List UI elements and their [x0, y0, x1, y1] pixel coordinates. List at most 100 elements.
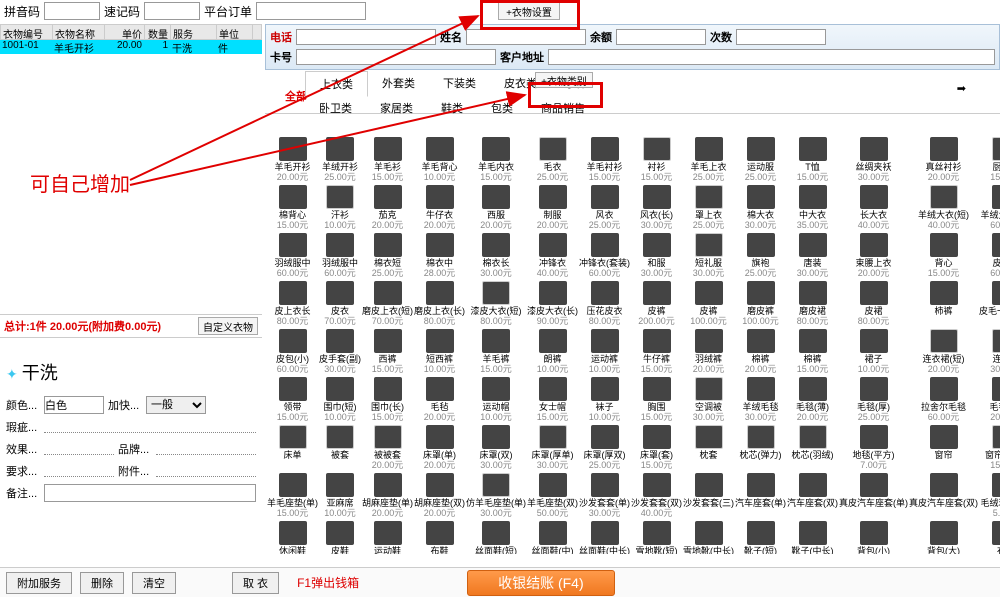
- clothing-item[interactable]: 茄克20.00元: [362, 184, 413, 231]
- clothing-item[interactable]: 真皮汽车座套(单): [839, 472, 908, 519]
- clothing-item[interactable]: 皮衣70.00元: [319, 280, 361, 327]
- clothing-item[interactable]: 皮上衣长80.00元: [267, 280, 318, 327]
- clothing-item[interactable]: 胡麻座垫(单)20.00元: [362, 472, 413, 519]
- clothing-item[interactable]: 羊毛上衣25.00元: [683, 136, 734, 183]
- clothing-item[interactable]: 背心15.00元: [909, 232, 978, 279]
- clothing-item[interactable]: 围巾(长)15.00元: [362, 376, 413, 423]
- clothing-item[interactable]: 和服30.00元: [631, 232, 682, 279]
- clothing-item[interactable]: 真丝衬衫20.00元: [909, 136, 978, 183]
- clothing-item[interactable]: 棉衣长30.00元: [466, 232, 526, 279]
- clothing-item[interactable]: 床罩(套)15.00元: [631, 424, 682, 471]
- clothing-item[interactable]: 漆皮大衣(短)80.00元: [466, 280, 526, 327]
- clothing-item[interactable]: 被被套20.00元: [362, 424, 413, 471]
- clothing-item[interactable]: 冲锋衣40.00元: [527, 232, 578, 279]
- checkout-button[interactable]: 收银结账 (F4): [467, 570, 615, 596]
- clothing-settings-button[interactable]: +衣物设置: [498, 2, 560, 20]
- extra-service-button[interactable]: 附加服务: [6, 572, 72, 594]
- clothing-item[interactable]: 沙发套套(三): [683, 472, 734, 519]
- clothing-item[interactable]: 毛毡20.00元: [414, 376, 465, 423]
- clothing-item[interactable]: 皮毛一体外套: [979, 280, 1000, 327]
- tab-home[interactable]: 家居类: [366, 96, 427, 120]
- clothing-item[interactable]: 毛毯(双)20.00元: [979, 376, 1000, 423]
- clothing-item[interactable]: 磨皮裙80.00元: [787, 280, 838, 327]
- tel-input[interactable]: [296, 29, 436, 45]
- clothing-item[interactable]: 女士帽15.00元: [527, 376, 578, 423]
- clothing-item[interactable]: 毛绒玩具(小)5.00元: [979, 472, 1000, 519]
- clothing-item[interactable]: 靴子(短): [735, 520, 786, 554]
- tabs-scroll-right-icon[interactable]: ➡: [943, 78, 980, 99]
- custom-clothing-button[interactable]: 自定义衣物: [198, 317, 258, 335]
- clothing-item[interactable]: 枕芯(羽绒): [787, 424, 838, 471]
- clothing-item[interactable]: 羊毛背心10.00元: [414, 136, 465, 183]
- clothing-item[interactable]: 汽车座套(单): [735, 472, 786, 519]
- clothing-item[interactable]: 冲锋衣(套装)60.00元: [579, 232, 630, 279]
- clothing-item[interactable]: 窗帘(薄小)15.00元: [979, 424, 1000, 471]
- clothing-item[interactable]: 袜子10.00元: [579, 376, 630, 423]
- balance-input[interactable]: [616, 29, 706, 45]
- clothing-item[interactable]: 背包(大): [909, 520, 978, 554]
- clothing-item[interactable]: 丝绸夹袄30.00元: [839, 136, 908, 183]
- clothing-item[interactable]: 连衣裙30.00元: [979, 328, 1000, 375]
- delete-button[interactable]: 删除: [80, 572, 124, 594]
- clothing-item[interactable]: 羊绒毛毯30.00元: [735, 376, 786, 423]
- clothing-item[interactable]: 仿羊毛座垫(单)30.00元: [466, 472, 526, 519]
- remark-input[interactable]: [44, 484, 256, 502]
- clothing-item[interactable]: 羊毛开衫20.00元: [267, 136, 318, 183]
- clothing-item[interactable]: 压花皮衣80.00元: [579, 280, 630, 327]
- clothing-item[interactable]: 磨皮上衣(短)70.00元: [362, 280, 413, 327]
- clothing-item[interactable]: 束腰上衣20.00元: [839, 232, 908, 279]
- clothing-item[interactable]: 风衣(长)30.00元: [631, 184, 682, 231]
- clothing-item[interactable]: 床罩(单)20.00元: [414, 424, 465, 471]
- clothing-item[interactable]: 棉裤15.00元: [787, 328, 838, 375]
- clothing-item[interactable]: 旗袍25.00元: [735, 232, 786, 279]
- clothing-item[interactable]: 皮鞋20.00元: [319, 520, 361, 554]
- clothing-item[interactable]: 休闲鞋20.00元: [267, 520, 318, 554]
- clothing-item[interactable]: 皮坎肩60.00元: [979, 232, 1000, 279]
- clothing-item[interactable]: 汗衫10.00元: [319, 184, 361, 231]
- clothing-item[interactable]: 运动服25.00元: [735, 136, 786, 183]
- clothing-item[interactable]: 中大衣35.00元: [787, 184, 838, 231]
- tab-outer[interactable]: 外套类: [368, 71, 429, 95]
- clothing-item[interactable]: 布包: [979, 520, 1000, 554]
- clothing-item[interactable]: 床单: [267, 424, 318, 471]
- clothing-item[interactable]: 风衣25.00元: [579, 184, 630, 231]
- pingtai-input[interactable]: [256, 2, 366, 20]
- clothing-item[interactable]: 丝面鞋(中长): [579, 520, 630, 554]
- clothing-item[interactable]: 被套: [319, 424, 361, 471]
- clothing-item[interactable]: 漆皮大衣(长)90.00元: [527, 280, 578, 327]
- clothing-item[interactable]: 厨工衣15.00元: [979, 136, 1000, 183]
- quick-select[interactable]: 一般: [146, 396, 206, 414]
- clothing-item[interactable]: 羊绒开衫25.00元: [319, 136, 361, 183]
- clothing-item[interactable]: 棉裤20.00元: [735, 328, 786, 375]
- clothing-item[interactable]: 靴子(中长): [787, 520, 838, 554]
- clothing-item[interactable]: 真皮汽车座套(双): [909, 472, 978, 519]
- clothing-item[interactable]: 羊毛衬衫15.00元: [579, 136, 630, 183]
- clothing-item[interactable]: 羽绒服中60.00元: [319, 232, 361, 279]
- clothing-item[interactable]: 棉大衣30.00元: [735, 184, 786, 231]
- clothing-item[interactable]: 棉衣短25.00元: [362, 232, 413, 279]
- clothing-item[interactable]: 亚麻席10.00元: [319, 472, 361, 519]
- clothing-item[interactable]: 窗帘: [909, 424, 978, 471]
- clothing-item[interactable]: 枕套: [683, 424, 734, 471]
- clothing-item[interactable]: 羊毛裤15.00元: [466, 328, 526, 375]
- clothing-item[interactable]: 衬衫15.00元: [631, 136, 682, 183]
- clothing-item[interactable]: 雪地靴(短): [631, 520, 682, 554]
- clothing-item[interactable]: 羊毛座垫(单)15.00元: [267, 472, 318, 519]
- tab-bags[interactable]: 包类: [477, 96, 527, 120]
- clothing-item[interactable]: 床罩(双)30.00元: [466, 424, 526, 471]
- clothing-item[interactable]: 长大衣40.00元: [839, 184, 908, 231]
- clothing-item[interactable]: 磨皮上衣(长)80.00元: [414, 280, 465, 327]
- clothing-item[interactable]: 枕芯(弹力): [735, 424, 786, 471]
- clothing-item[interactable]: 柿裤: [909, 280, 978, 327]
- clothing-item[interactable]: 棉背心15.00元: [267, 184, 318, 231]
- clothing-item[interactable]: 沙发套套(双)40.00元: [631, 472, 682, 519]
- clothing-item[interactable]: 地毯(平方)7.00元: [839, 424, 908, 471]
- clothing-item[interactable]: 牛仔裤15.00元: [631, 328, 682, 375]
- clothing-item[interactable]: 床罩(厚单)30.00元: [527, 424, 578, 471]
- clothing-item[interactable]: 羽绒服中60.00元: [267, 232, 318, 279]
- clothing-item[interactable]: 床罩(厚双)25.00元: [579, 424, 630, 471]
- clothing-item[interactable]: 西裤15.00元: [362, 328, 413, 375]
- clothing-item[interactable]: 胸围15.00元: [631, 376, 682, 423]
- clothing-item[interactable]: 毛毯(厚)25.00元: [839, 376, 908, 423]
- pinyin-input[interactable]: [44, 2, 100, 20]
